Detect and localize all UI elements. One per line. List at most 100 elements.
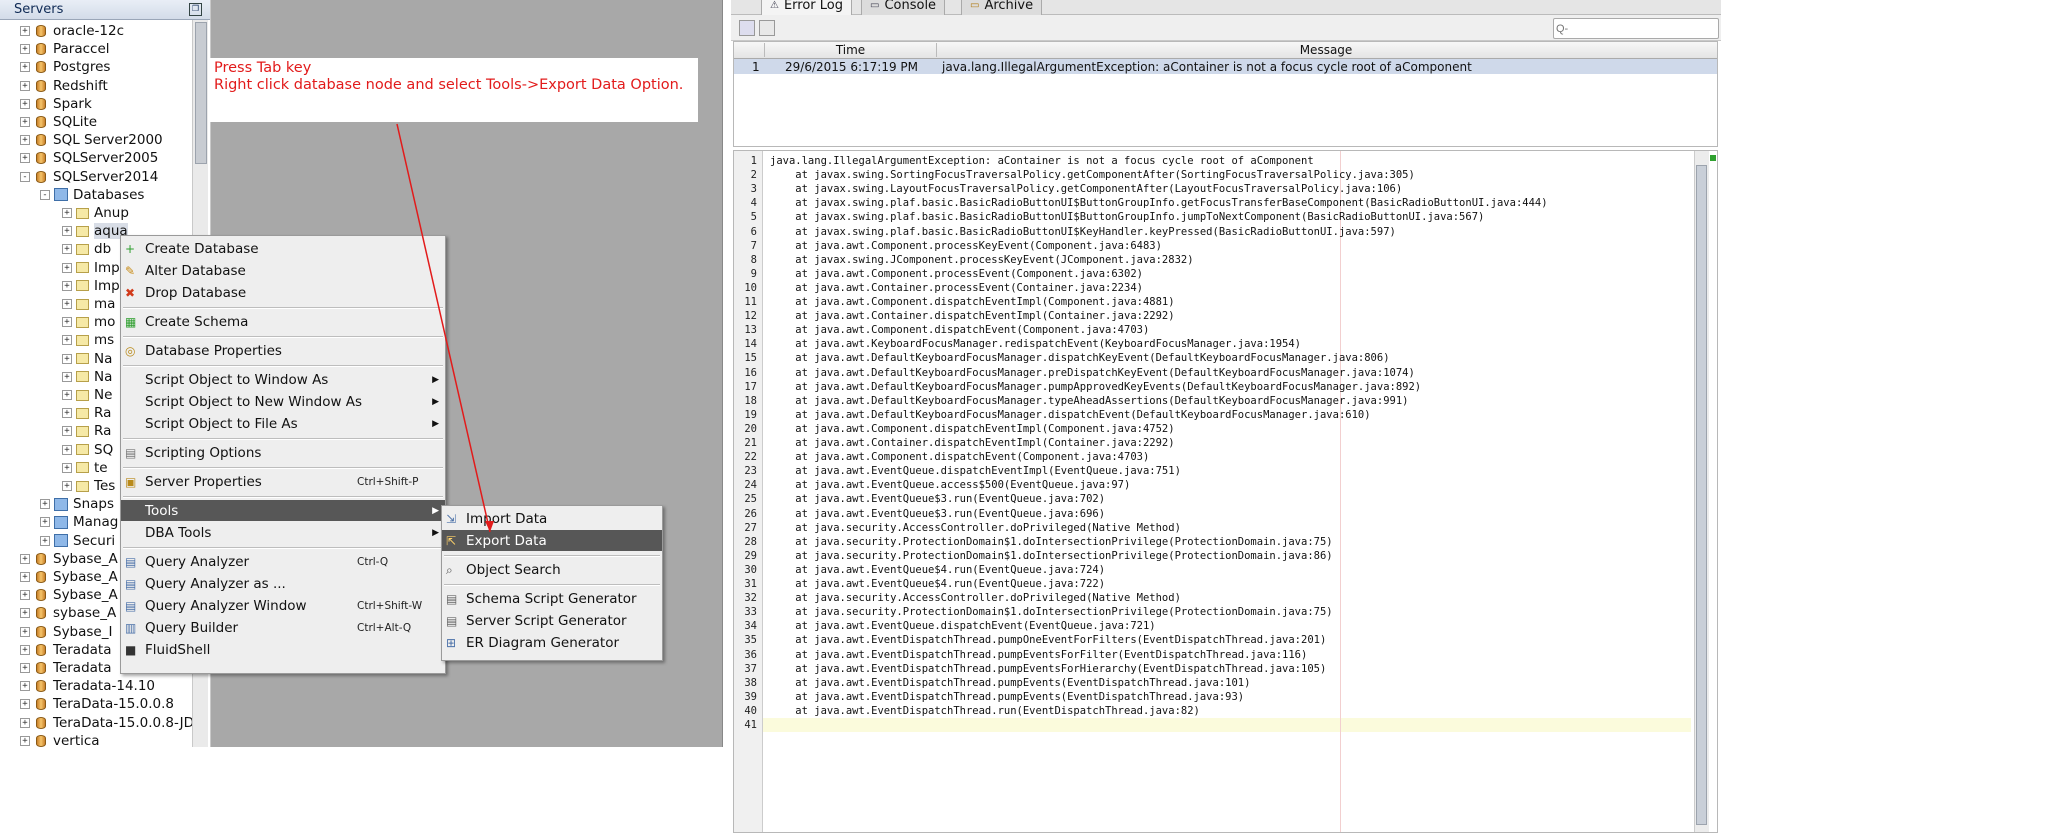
expand-icon[interactable]: + [62, 444, 72, 455]
menu-item-import-data[interactable]: ⇲ Import Data [442, 508, 662, 529]
expand-icon[interactable]: + [62, 481, 72, 491]
tree-node[interactable]: + Teradata [20, 641, 112, 659]
tab-error-log[interactable]: ⚠ Error Log [761, 0, 853, 15]
log-table-row[interactable]: 1 29/6/2015 6:17:19 PM java.lang.Illegal… [734, 59, 1717, 74]
expand-icon[interactable]: + [20, 717, 30, 728]
tree-node[interactable]: + Imp [62, 259, 120, 277]
menu-item-query-builder[interactable]: ▥ Query Builder Ctrl+Alt-Q [121, 617, 445, 638]
tree-node[interactable]: + sybase_A [20, 604, 116, 622]
collapse-icon[interactable]: - [20, 171, 30, 182]
tree-node[interactable]: + ms [62, 331, 114, 349]
expand-icon[interactable]: + [62, 335, 72, 346]
tree-node[interactable]: + Securi [40, 532, 115, 550]
expand-icon[interactable]: + [20, 699, 30, 710]
expand-icon[interactable]: + [20, 608, 30, 619]
expand-icon[interactable]: + [20, 117, 30, 127]
expand-icon[interactable]: + [62, 280, 72, 291]
expand-icon[interactable]: + [62, 390, 72, 400]
menu-item-create-schema[interactable]: ▦ Create Schema [121, 311, 445, 332]
tree-node[interactable]: + Postgres [20, 58, 110, 76]
expand-icon[interactable]: + [20, 644, 30, 655]
expand-icon[interactable]: + [20, 572, 30, 582]
expand-icon[interactable]: + [62, 262, 72, 273]
expand-icon[interactable]: + [62, 208, 72, 218]
tree-node[interactable]: + SQL Server2000 [20, 131, 163, 149]
tree-node[interactable]: + TeraData-15.0.0.8 [20, 695, 174, 713]
tree-node[interactable]: + Ra [62, 404, 111, 422]
tree-node[interactable]: + Sybase_A [20, 568, 118, 586]
stack-trace-viewer[interactable]: 1 2 3 4 5 6 7 8 9 10 11 12 13 14 15 16 17 18 19 20 21 22 23 24 2… [733, 150, 1718, 833]
scrollbar-thumb[interactable] [195, 22, 207, 164]
menu-item-object-search[interactable]: ⌕ Object Search [442, 559, 662, 580]
expand-icon[interactable]: + [62, 317, 72, 328]
menu-item-schema-script-generator[interactable]: ▤ Schema Script Generator [442, 588, 662, 609]
menu-item-query-analyzer[interactable]: ▤ Query Analyzer Ctrl-Q [121, 551, 445, 572]
expand-icon[interactable]: + [20, 626, 30, 637]
tree-node[interactable]: + SQLServer2005 [20, 149, 158, 167]
tree-node[interactable]: + mo [62, 313, 115, 331]
tree-node[interactable]: + Paraccel [20, 40, 110, 58]
menu-item-dba-tools[interactable]: DBA Tools ▶ [121, 522, 445, 543]
col-header-time[interactable]: Time [764, 43, 937, 57]
clear-log-icon[interactable] [739, 20, 755, 36]
expand-icon[interactable]: + [40, 499, 50, 510]
menu-item-server-script-generator[interactable]: ▤ Server Script Generator [442, 610, 662, 631]
tree-node[interactable]: + Sybase_A [20, 586, 118, 604]
tree-node[interactable]: + vertica [20, 732, 100, 750]
expand-icon[interactable]: + [20, 681, 30, 692]
tree-node[interactable]: + aqua [62, 222, 128, 240]
restore-icon[interactable]: ❐ [189, 3, 202, 16]
tree-node[interactable]: + Snaps [40, 495, 114, 513]
tree-node[interactable]: + Ne [62, 386, 112, 404]
menu-item-query-analyzer-window[interactable]: ▤ Query Analyzer Window Ctrl+Shift-W [121, 595, 445, 616]
expand-icon[interactable]: + [62, 371, 72, 382]
tree-node[interactable]: + Tes [62, 477, 115, 495]
expand-icon[interactable]: + [62, 408, 72, 419]
expand-icon[interactable]: + [20, 26, 30, 36]
tree-node[interactable]: + Na [62, 350, 112, 368]
tree-node[interactable]: + Spark [20, 95, 92, 113]
menu-item-export-data[interactable]: ⇱ Export Data [442, 530, 662, 551]
expand-icon[interactable]: + [20, 80, 30, 91]
menu-item-tools[interactable]: Tools ▶ [121, 500, 445, 521]
tree-node[interactable]: + TeraData-15.0.0.8-JD [20, 714, 194, 732]
menu-item-er-diagram-generator[interactable]: ⊞ ER Diagram Generator [442, 632, 662, 653]
tree-node[interactable]: + SQ [62, 441, 113, 459]
menu-item-alter-database[interactable]: ✎ Alter Database [121, 260, 445, 281]
expand-icon[interactable]: + [20, 98, 30, 109]
expand-icon[interactable]: + [40, 517, 50, 528]
viewer-scrollbar-thumb[interactable] [1696, 165, 1707, 825]
tree-node[interactable]: + te [62, 459, 108, 477]
menu-item-database-properties[interactable]: ◎ Database Properties [121, 340, 445, 361]
collapse-icon[interactable]: - [40, 189, 50, 200]
expand-icon[interactable]: + [62, 244, 72, 255]
copy-log-icon[interactable] [759, 20, 775, 36]
tree-node[interactable]: + Manag [40, 513, 118, 531]
menu-item-create-database[interactable]: + Create Database [121, 238, 445, 259]
tree-node[interactable]: + Teradata-14.10 [20, 677, 155, 695]
expand-icon[interactable]: + [20, 590, 30, 601]
tree-node[interactable]: + Anup [62, 204, 129, 222]
expand-icon[interactable]: + [20, 135, 30, 146]
menu-item-query-analyzer-as[interactable]: ▤ Query Analyzer as ... [121, 573, 445, 594]
log-filter-input[interactable] [1553, 18, 1719, 39]
tree-node[interactable]: + Ra [62, 422, 111, 440]
tree-node[interactable]: + Sybase_I [20, 623, 112, 641]
tree-node[interactable]: + Na [62, 368, 112, 386]
menu-item-script-object-to-window-as[interactable]: Script Object to Window As ▶ [121, 369, 445, 390]
tree-node[interactable]: - SQLServer2014 [20, 168, 158, 186]
expand-icon[interactable]: + [20, 153, 30, 164]
expand-icon[interactable]: + [20, 735, 30, 746]
expand-icon[interactable]: + [62, 353, 72, 364]
tree-node[interactable]: + ma [62, 295, 115, 313]
menu-item-script-object-to-new-window-as[interactable]: Script Object to New Window As ▶ [121, 391, 445, 412]
expand-icon[interactable]: + [62, 462, 72, 473]
col-header-message[interactable]: Message [936, 43, 1716, 57]
expand-icon[interactable]: + [62, 426, 72, 437]
tree-node[interactable]: + db [62, 240, 111, 258]
tree-node[interactable]: + Sybase_A [20, 550, 118, 568]
menu-item-script-object-to-file-as[interactable]: Script Object to File As ▶ [121, 413, 445, 434]
menu-item-drop-database[interactable]: ✖ Drop Database [121, 282, 445, 303]
expand-icon[interactable]: + [20, 62, 30, 73]
tree-node[interactable]: + Redshift [20, 77, 108, 95]
